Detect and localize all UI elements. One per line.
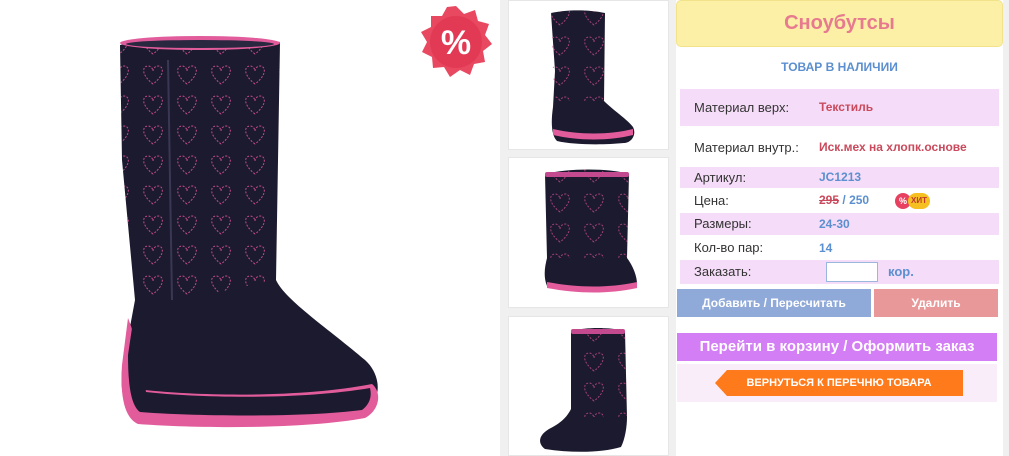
go-to-cart-button[interactable]: Перейти в корзину / Оформить заказ bbox=[677, 333, 997, 361]
sale-badge-icon: % bbox=[421, 6, 492, 77]
back-area: ВЕРНУТЬСЯ К ПЕРЕЧНЮ ТОВАРА bbox=[677, 364, 997, 402]
material-inner-label: Материал внутр.: bbox=[694, 140, 799, 155]
article-value: JC1213 bbox=[819, 170, 862, 184]
product-info-panel: Сноубутсы ТОВАР В НАЛИЧИИ Материал верх:… bbox=[670, 0, 1009, 456]
price-new: 250 bbox=[849, 193, 870, 207]
row-sizes: Размеры: 24-30 bbox=[680, 213, 999, 235]
product-title-box: Сноубутсы bbox=[676, 0, 1003, 47]
delete-button[interactable]: Удалить bbox=[874, 289, 998, 317]
article-label: Артикул: bbox=[694, 170, 747, 185]
thumbnail-2[interactable] bbox=[508, 157, 669, 308]
add-recalculate-button[interactable]: Добавить / Пересчитать bbox=[677, 289, 871, 317]
row-material-inner: Материал внутр.: Иск.мех на хлопк.основе bbox=[680, 129, 999, 166]
pairs-label: Кол-во пар: bbox=[694, 240, 764, 255]
price-hit-icon: ХИТ bbox=[908, 193, 930, 209]
main-product-photo[interactable]: % bbox=[0, 0, 500, 456]
thumbnail-boot-image bbox=[540, 328, 627, 452]
material-top-value: Текстиль bbox=[819, 100, 874, 114]
sizes-label: Размеры: bbox=[694, 216, 752, 231]
row-material-top: Материал верх: Текстиль bbox=[680, 89, 999, 126]
pairs-value: 14 bbox=[819, 241, 833, 255]
price-value: 295 / 250 bbox=[819, 190, 869, 211]
price-separator: / bbox=[842, 193, 846, 207]
thumbnail-boot-image bbox=[551, 10, 635, 145]
sizes-value: 24-30 bbox=[819, 217, 850, 231]
thumbnail-3[interactable] bbox=[508, 316, 669, 456]
thumbnail-boot-image bbox=[544, 169, 637, 293]
svg-text:%: % bbox=[441, 24, 471, 62]
thumbnail-1[interactable] bbox=[508, 0, 669, 150]
back-to-list-button[interactable]: ВЕРНУТЬСЯ К ПЕРЕЧНЮ ТОВАРА bbox=[715, 370, 963, 396]
price-old: 295 bbox=[819, 193, 840, 207]
stock-status: ТОВАР В НАЛИЧИИ bbox=[781, 60, 898, 74]
thumbnail-strip bbox=[500, 0, 670, 456]
material-inner-value: Иск.мех на хлопк.основе bbox=[819, 140, 967, 154]
price-label: Цена: bbox=[694, 193, 729, 208]
product-info-inner: Сноубутсы ТОВАР В НАЛИЧИИ Материал верх:… bbox=[676, 0, 1003, 456]
row-article: Артикул: JC1213 bbox=[680, 167, 999, 188]
row-price: Цена: 295 / 250 % ХИТ bbox=[680, 190, 999, 211]
row-order: Заказать: кор. bbox=[680, 260, 999, 284]
product-title: Сноубутсы bbox=[784, 12, 895, 34]
order-label: Заказать: bbox=[694, 264, 752, 279]
material-top-label: Материал верх: bbox=[694, 100, 790, 115]
order-unit: кор. bbox=[888, 264, 914, 279]
order-quantity-input[interactable] bbox=[826, 262, 878, 282]
row-pairs: Кол-во пар: 14 bbox=[680, 237, 999, 259]
